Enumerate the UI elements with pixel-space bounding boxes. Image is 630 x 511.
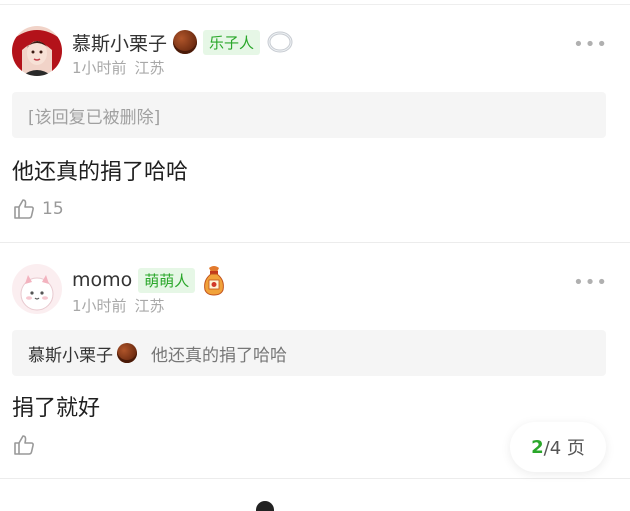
thumbs-up-icon — [14, 199, 34, 219]
comment-divider — [0, 242, 630, 243]
quoted-reply[interactable]: 慕斯小栗子 他还真的捐了哈哈 — [12, 330, 606, 376]
comment-body: 捐了就好 — [12, 396, 101, 421]
user-tag[interactable]: 乐子人 — [203, 29, 261, 55]
comment-meta: 1小时前 江苏 — [72, 57, 165, 78]
chestnut-icon — [173, 30, 198, 54]
avatar[interactable] — [12, 26, 62, 76]
user-row: 慕斯小栗子 乐子人 — [72, 28, 294, 56]
more-options-icon[interactable]: ••• — [573, 272, 608, 293]
comment-time: 1小时前 — [72, 59, 127, 77]
comment-body: 他还真的捐了哈哈 — [12, 160, 189, 185]
more-options-icon[interactable]: ••• — [573, 34, 608, 55]
ring-badge-icon — [267, 31, 293, 53]
username[interactable]: 慕斯小栗子 — [72, 29, 167, 56]
comment-item: 慕斯小栗子 乐子人 1小时前 江苏 ••• [该回复已被删除] 他还真的捐了哈哈… — [0, 14, 630, 242]
chestnut-icon — [117, 343, 137, 363]
user-tag[interactable]: 萌萌人 — [138, 267, 196, 293]
like-button[interactable]: 15 — [12, 197, 64, 221]
quoted-text: 他还真的捐了哈哈 — [151, 345, 287, 366]
deleted-reply-text: [该回复已被删除] — [28, 107, 161, 128]
like-button[interactable] — [12, 433, 42, 457]
like-count: 15 — [42, 199, 64, 219]
lucky-bag-icon — [204, 266, 225, 296]
thumbs-up-icon — [14, 435, 34, 455]
current-page: 2 — [531, 436, 544, 458]
user-row: momo 萌萌人 — [72, 266, 227, 296]
comment-location: 江苏 — [134, 297, 165, 315]
total-pages: /4 页 — [543, 438, 585, 459]
next-comment-avatar-edge — [256, 501, 274, 511]
comment-location: 江苏 — [134, 59, 165, 77]
comment-time: 1小时前 — [72, 297, 127, 315]
quoted-reply[interactable]: [该回复已被删除] — [12, 92, 606, 138]
username[interactable]: momo — [72, 269, 132, 291]
comment-meta: 1小时前 江苏 — [72, 295, 165, 316]
avatar[interactable] — [12, 264, 62, 314]
quoted-username: 慕斯小栗子 — [28, 345, 113, 366]
comment-divider — [0, 478, 630, 479]
page-indicator[interactable]: 2 /4 页 — [510, 422, 606, 472]
top-divider — [0, 4, 630, 5]
